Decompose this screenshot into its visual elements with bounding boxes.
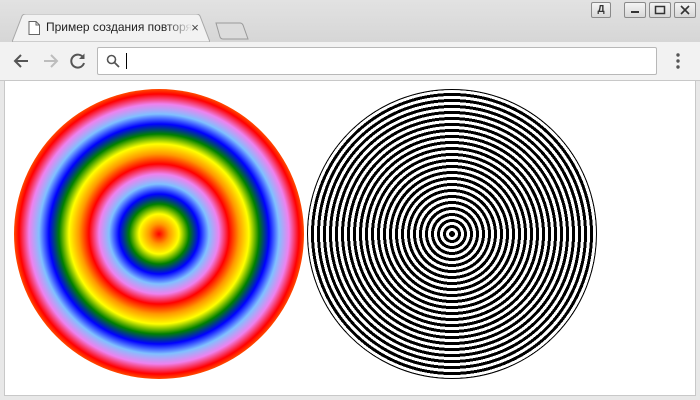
address-input[interactable] [124,51,644,71]
back-button[interactable] [12,51,32,71]
rainbow-radial-gradient-circle [14,89,304,379]
close-icon [680,5,690,15]
maximize-icon [654,5,666,15]
toolbar [0,42,700,81]
text-caret [126,53,127,69]
reload-button[interactable] [68,51,88,71]
window-controls: Д [588,2,696,18]
black-white-radial-gradient-circle [307,89,597,379]
tab-close-icon[interactable]: × [188,21,202,35]
profile-button[interactable]: Д [591,2,611,18]
active-tab[interactable]: Пример создания повторяющегося радиально… [12,14,210,42]
minimize-button[interactable] [624,2,646,18]
menu-button[interactable] [668,51,688,71]
minimize-icon [631,11,639,13]
reload-icon [70,53,85,69]
tab-strip: Пример создания повторяющегося радиально… [0,0,700,42]
tab-title: Пример создания повторяющегося радиально… [46,20,192,34]
search-icon [106,54,120,73]
forward-button[interactable] [40,51,60,71]
browser-window: Пример создания повторяющегося радиально… [0,0,700,400]
close-window-button[interactable] [674,2,696,18]
kebab-menu-icon [676,53,680,69]
page-viewport [4,81,696,396]
forward-arrow-icon [44,54,59,68]
page-icon [28,21,40,40]
back-arrow-icon [13,54,28,68]
maximize-button[interactable] [649,2,671,18]
address-bar[interactable] [97,47,657,75]
